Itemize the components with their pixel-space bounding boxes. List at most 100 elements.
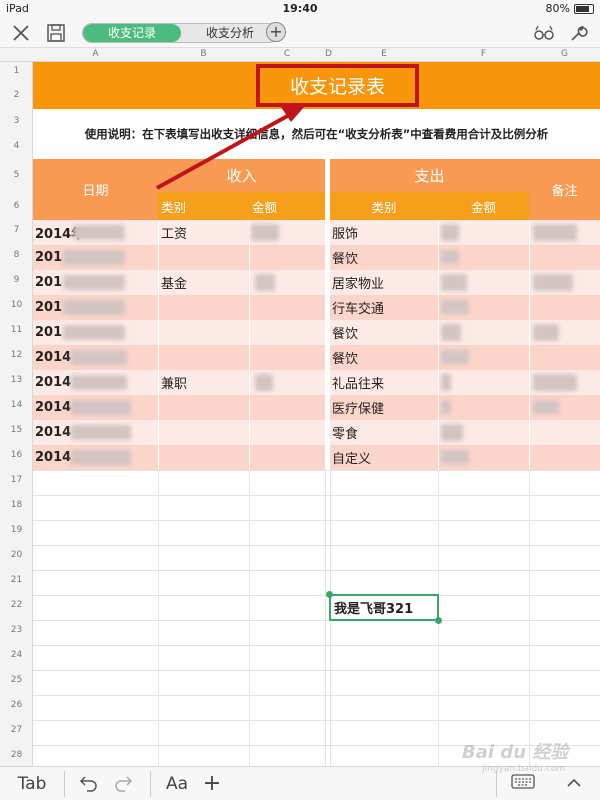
row-header[interactable]: 4 <box>0 141 33 151</box>
expense-category-cell[interactable]: 餐饮 <box>332 245 358 270</box>
plus-icon[interactable]: + <box>200 773 224 795</box>
row-header[interactable]: 17 <box>0 475 33 485</box>
redacted-value <box>71 375 127 390</box>
row-headers: 1 2 3 4 5 6 7 8 9 10 11 12 13 14 15 16 1… <box>0 62 33 766</box>
tab-income-analysis[interactable]: 收支分析 <box>181 24 277 42</box>
save-icon[interactable] <box>44 22 68 44</box>
battery-percent: 80% <box>545 2 570 15</box>
redo-icon[interactable] <box>112 773 134 795</box>
redacted-value <box>441 224 459 241</box>
sheet-tabs: 收支记录 收支分析 <box>82 23 278 43</box>
row-header[interactable]: 21 <box>0 575 33 585</box>
redacted-value <box>63 300 125 315</box>
date-cell[interactable]: 2014 <box>35 370 71 395</box>
selected-cell[interactable]: 我是飞哥321 <box>329 594 439 621</box>
date-cell[interactable]: 2014 <box>35 345 71 370</box>
redacted-value <box>441 274 467 291</box>
row-header[interactable]: 10 <box>0 300 33 310</box>
row-header[interactable]: 15 <box>0 425 33 435</box>
row-header[interactable]: 24 <box>0 650 33 660</box>
row-header[interactable]: 19 <box>0 525 33 535</box>
expense-category-cell[interactable]: 服饰 <box>332 220 358 245</box>
row-header[interactable]: 2 <box>0 90 33 100</box>
redacted-value <box>441 400 451 414</box>
row-header[interactable]: 11 <box>0 325 33 335</box>
watermark-subtext: jingyan.baidu.com <box>482 764 566 774</box>
row-header[interactable]: 25 <box>0 675 33 685</box>
redacted-value <box>71 425 131 440</box>
expense-category-cell[interactable]: 自定义 <box>332 445 371 470</box>
date-cell[interactable]: 2014 <box>35 445 71 470</box>
tab-key-button[interactable]: Tab <box>14 773 50 795</box>
redacted-value <box>441 424 463 441</box>
column-header[interactable]: A <box>33 49 158 59</box>
redacted-value <box>63 250 125 265</box>
date-cell[interactable]: 201 <box>35 295 62 320</box>
row-header[interactable]: 16 <box>0 450 33 460</box>
row-header[interactable]: 22 <box>0 600 33 610</box>
row-header[interactable]: 5 <box>0 170 33 180</box>
expense-category-cell[interactable]: 礼品往来 <box>332 370 384 395</box>
column-header[interactable]: F <box>438 49 529 59</box>
row-header[interactable]: 13 <box>0 375 33 385</box>
row-header[interactable]: 8 <box>0 250 33 260</box>
column-header[interactable]: B <box>158 49 249 59</box>
redacted-value <box>255 374 273 391</box>
expense-category-cell[interactable]: 餐饮 <box>332 320 358 345</box>
row-header[interactable]: 6 <box>0 201 33 211</box>
cell-grid[interactable]: 收支记录表 使用说明：在下表填写出收支详细信息，然后可在“收支分析表”中查看费用… <box>33 62 600 766</box>
expense-category-cell[interactable]: 居家物业 <box>332 270 384 295</box>
redacted-value <box>533 274 573 291</box>
redacted-value <box>71 450 131 465</box>
row-header[interactable]: 28 <box>0 750 33 760</box>
plus-circle-icon[interactable]: + <box>266 22 286 42</box>
row-header[interactable]: 27 <box>0 725 33 735</box>
date-cell[interactable]: 201 <box>35 320 62 345</box>
income-category-cell[interactable]: 工资 <box>161 220 187 245</box>
redacted-value <box>441 300 469 314</box>
row-header[interactable]: 7 <box>0 225 33 235</box>
redacted-value <box>63 325 125 340</box>
reading-mode-icon[interactable] <box>532 22 556 44</box>
redacted-value <box>533 324 559 341</box>
redacted-value <box>533 374 577 391</box>
watermark-text: Bai du 经验 <box>462 742 569 763</box>
column-header[interactable]: C <box>249 49 325 59</box>
watermark: Bai du 经验 jingyan.baidu.com <box>462 738 592 778</box>
row-header[interactable]: 1 <box>0 66 33 76</box>
row-header[interactable]: 23 <box>0 625 33 635</box>
column-headers: A B C D E F G <box>0 48 600 62</box>
redacted-value <box>255 274 275 291</box>
income-category-cell[interactable]: 兼职 <box>161 370 187 395</box>
date-cell[interactable]: 2014 <box>35 395 71 420</box>
row-header[interactable]: 3 <box>0 116 33 126</box>
date-cell[interactable]: 201 <box>35 245 62 270</box>
spreadsheet[interactable]: A B C D E F G 1 2 3 4 5 6 7 8 9 10 11 12… <box>0 48 600 766</box>
expense-category-cell[interactable]: 行车交通 <box>332 295 384 320</box>
row-header[interactable]: 20 <box>0 550 33 560</box>
row-header[interactable]: 12 <box>0 350 33 360</box>
redacted-value <box>71 400 131 415</box>
wrench-icon[interactable] <box>566 22 590 44</box>
date-cell[interactable]: 201 <box>35 270 62 295</box>
column-header[interactable]: G <box>529 49 600 59</box>
tab-income-records[interactable]: 收支记录 <box>83 24 181 42</box>
column-header[interactable]: E <box>330 49 438 59</box>
annotation-arrow <box>156 106 305 190</box>
selection-handle[interactable] <box>326 591 333 598</box>
income-category-cell[interactable]: 基金 <box>161 270 187 295</box>
close-icon[interactable] <box>9 22 33 44</box>
redacted-value <box>441 450 469 464</box>
row-header[interactable]: 14 <box>0 400 33 410</box>
expense-category-cell[interactable]: 医疗保健 <box>332 395 384 420</box>
undo-icon[interactable] <box>78 773 100 795</box>
expense-category-cell[interactable]: 餐饮 <box>332 345 358 370</box>
redacted-value <box>441 324 461 341</box>
font-format-button[interactable]: Aa <box>164 773 190 795</box>
expense-category-cell[interactable]: 零食 <box>332 420 358 445</box>
row-header[interactable]: 18 <box>0 500 33 510</box>
row-header[interactable]: 9 <box>0 275 33 285</box>
date-cell[interactable]: 2014 <box>35 420 71 445</box>
row-header[interactable]: 26 <box>0 700 33 710</box>
selection-handle[interactable] <box>435 617 442 624</box>
